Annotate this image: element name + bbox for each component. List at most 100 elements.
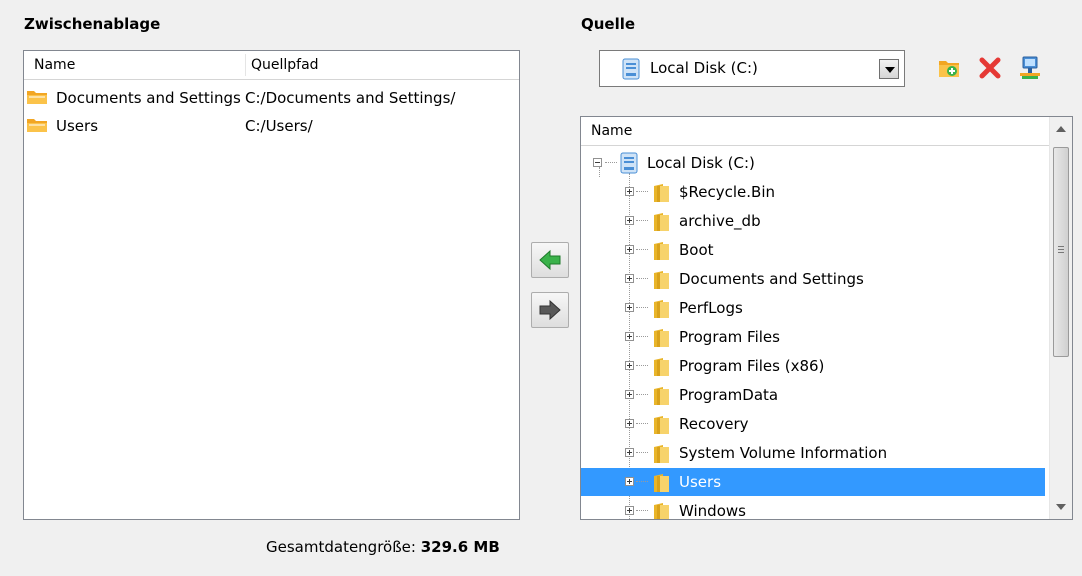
folder-icon bbox=[654, 184, 669, 202]
expand-icon[interactable] bbox=[625, 187, 634, 196]
tree-item[interactable]: Users bbox=[581, 468, 1045, 496]
tree-item-label: Boot bbox=[679, 241, 714, 259]
source-tree[interactable]: Name Local Disk (C:) $Recycle.Bin archive… bbox=[580, 116, 1073, 520]
arrow-left-icon bbox=[539, 249, 561, 271]
expand-icon[interactable] bbox=[625, 506, 634, 515]
remove-from-clipboard-button[interactable] bbox=[531, 292, 569, 328]
expand-icon[interactable] bbox=[625, 361, 634, 370]
scroll-down-icon[interactable] bbox=[1056, 504, 1066, 510]
expand-icon[interactable] bbox=[625, 419, 634, 428]
tree-item-label: ProgramData bbox=[679, 386, 779, 404]
clipboard-item-path: C:/Documents and Settings/ bbox=[245, 89, 456, 107]
clipboard-item-path: C:/Users/ bbox=[245, 117, 313, 135]
tree-line bbox=[636, 191, 648, 192]
folder-icon bbox=[654, 474, 669, 492]
tree-item[interactable]: Boot bbox=[581, 236, 1045, 264]
expand-icon[interactable] bbox=[625, 274, 634, 283]
clipboard-row[interactable]: Documents and Settings C:/Documents and … bbox=[24, 84, 519, 112]
expand-icon[interactable] bbox=[625, 477, 634, 486]
chevron-down-icon[interactable] bbox=[879, 59, 899, 79]
clipboard-list[interactable]: Name Quellpfad Documents and Settings C:… bbox=[23, 50, 520, 520]
add-folder-icon[interactable] bbox=[937, 56, 961, 80]
expand-icon[interactable] bbox=[625, 245, 634, 254]
folder-icon bbox=[654, 271, 669, 289]
tree-column-header: Name bbox=[581, 117, 1050, 146]
column-separator[interactable] bbox=[245, 54, 246, 76]
tree-line bbox=[636, 394, 648, 395]
tree-item-label: $Recycle.Bin bbox=[679, 183, 776, 201]
scrollbar-thumb[interactable] bbox=[1053, 147, 1069, 357]
folder-icon bbox=[654, 503, 669, 519]
tree-root[interactable]: Local Disk (C:) bbox=[581, 149, 1045, 177]
expand-icon[interactable] bbox=[625, 332, 634, 341]
total-size-value: 329.6 MB bbox=[420, 538, 500, 556]
tree-line bbox=[636, 423, 648, 424]
tree-item[interactable]: System Volume Information bbox=[581, 439, 1045, 467]
folder-icon bbox=[654, 358, 669, 376]
folder-icon bbox=[27, 119, 47, 132]
total-size-label: Gesamtdatengröße: bbox=[266, 538, 416, 556]
clipboard-column-header: Name Quellpfad bbox=[24, 51, 519, 80]
tree-line bbox=[636, 220, 648, 221]
expand-icon[interactable] bbox=[625, 448, 634, 457]
tree-line bbox=[636, 510, 648, 511]
tree-item[interactable]: Program Files (x86) bbox=[581, 352, 1045, 380]
expand-icon[interactable] bbox=[625, 303, 634, 312]
total-size: Gesamtdatengröße: 329.6 MB bbox=[266, 538, 500, 556]
tree-line bbox=[636, 365, 648, 366]
drive-select[interactable]: Local Disk (C:) bbox=[599, 50, 905, 87]
tree-item[interactable]: Documents and Settings bbox=[581, 265, 1045, 293]
scroll-up-icon[interactable] bbox=[1056, 126, 1066, 132]
arrow-right-icon bbox=[539, 299, 561, 321]
tree-column-name[interactable]: Name bbox=[591, 123, 632, 139]
clipboard-item-name: Users bbox=[56, 117, 99, 135]
folder-icon bbox=[27, 91, 47, 104]
folder-icon bbox=[654, 213, 669, 231]
tree-item-label: archive_db bbox=[679, 212, 761, 230]
tree-item[interactable]: Program Files bbox=[581, 323, 1045, 351]
tree-item[interactable]: Recovery bbox=[581, 410, 1045, 438]
expand-icon[interactable] bbox=[625, 390, 634, 399]
source-heading: Quelle bbox=[581, 15, 636, 33]
tree-line bbox=[636, 307, 648, 308]
tree-item-label: PerfLogs bbox=[679, 299, 743, 317]
drive-select-value: Local Disk (C:) bbox=[650, 59, 758, 77]
tree-item[interactable]: Windows bbox=[581, 497, 1045, 520]
tree-item[interactable]: archive_db bbox=[581, 207, 1045, 235]
tree-line bbox=[636, 278, 648, 279]
tree-line bbox=[636, 249, 648, 250]
folder-icon bbox=[654, 329, 669, 347]
tree-item-label: Windows bbox=[679, 502, 746, 520]
column-source-path[interactable]: Quellpfad bbox=[251, 57, 319, 73]
column-name[interactable]: Name bbox=[34, 57, 75, 73]
tree-scrollbar[interactable] bbox=[1049, 117, 1072, 519]
folder-icon bbox=[654, 242, 669, 260]
tree-item[interactable]: $Recycle.Bin bbox=[581, 178, 1045, 206]
tree-item-label: Recovery bbox=[679, 415, 749, 433]
network-icon[interactable] bbox=[1018, 56, 1042, 80]
tree-item-label: Documents and Settings bbox=[679, 270, 864, 288]
folder-icon bbox=[654, 445, 669, 463]
tree-item[interactable]: ProgramData bbox=[581, 381, 1045, 409]
drive-icon bbox=[622, 58, 640, 80]
expand-icon[interactable] bbox=[625, 216, 634, 225]
folder-icon bbox=[654, 416, 669, 434]
tree-root-label: Local Disk (C:) bbox=[647, 154, 755, 172]
folder-icon bbox=[654, 300, 669, 318]
tree-item-label: Users bbox=[679, 473, 722, 491]
clipboard-row[interactable]: Users C:/Users/ bbox=[24, 112, 519, 140]
drive-icon bbox=[620, 152, 638, 174]
clipboard-item-name: Documents and Settings bbox=[56, 89, 241, 107]
folder-icon bbox=[654, 387, 669, 405]
tree-item-label: System Volume Information bbox=[679, 444, 888, 462]
delete-icon[interactable] bbox=[978, 56, 1002, 80]
collapse-icon[interactable] bbox=[593, 158, 602, 167]
clipboard-heading: Zwischenablage bbox=[24, 15, 161, 33]
add-to-clipboard-button[interactable] bbox=[531, 242, 569, 278]
tree-item[interactable]: PerfLogs bbox=[581, 294, 1045, 322]
tree-line bbox=[636, 481, 648, 482]
tree-item-label: Program Files (x86) bbox=[679, 357, 825, 375]
tree-line bbox=[636, 452, 648, 453]
tree-item-label: Program Files bbox=[679, 328, 780, 346]
tree-line bbox=[636, 336, 648, 337]
